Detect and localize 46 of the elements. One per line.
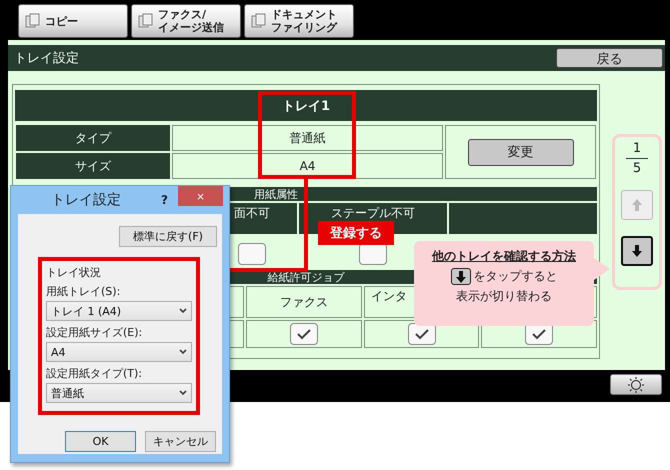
page-down-button[interactable] bbox=[621, 236, 653, 266]
back-button[interactable]: 戻る bbox=[556, 48, 663, 68]
tray-name: トレイ1 bbox=[15, 90, 597, 121]
mode-tab[interactable]: ファクス/ イメージ送信 bbox=[131, 4, 241, 38]
chevron-down-icon bbox=[179, 349, 187, 355]
chevron-down-icon bbox=[179, 390, 187, 396]
documents-icon bbox=[25, 13, 41, 29]
down-arrow-icon bbox=[454, 270, 466, 284]
screen-title: トレイ設定 bbox=[14, 50, 79, 67]
mode-tab[interactable]: ドキュメント ファイリング bbox=[244, 4, 354, 38]
row-value: 普通紙 bbox=[172, 125, 443, 151]
page-total: 5 bbox=[632, 161, 642, 176]
checkbox[interactable] bbox=[238, 243, 266, 265]
sun-icon bbox=[628, 376, 644, 392]
field-label: 設定用紙サイズ(E): bbox=[46, 325, 144, 340]
dropdown[interactable]: トレイ 1 (A4) bbox=[46, 301, 192, 321]
mode-tab[interactable]: コピー bbox=[18, 4, 128, 38]
change-button[interactable]: 変更 bbox=[468, 138, 574, 166]
dropdown[interactable]: 普通紙 bbox=[46, 383, 192, 403]
row-value: A4 bbox=[172, 153, 443, 179]
tip-text: をタップすると bbox=[474, 268, 558, 285]
register-callout: 登録する bbox=[318, 221, 394, 245]
down-arrow-icon bbox=[631, 244, 643, 258]
checkmark-icon bbox=[531, 328, 547, 340]
reset-button[interactable]: 標準に戻す(F) bbox=[119, 226, 217, 247]
chevron-down-icon bbox=[179, 308, 187, 314]
cancel-button[interactable]: キャンセル bbox=[145, 431, 216, 452]
brightness-button[interactable] bbox=[610, 374, 662, 395]
documents-icon bbox=[138, 13, 154, 29]
row-label: タイプ bbox=[16, 125, 170, 151]
checkmark-icon bbox=[414, 328, 430, 340]
tip-title: 他のトレイを確認する方法 bbox=[432, 248, 576, 265]
checkbox[interactable] bbox=[408, 323, 436, 345]
documents-icon bbox=[251, 13, 267, 29]
close-button[interactable]: × bbox=[178, 186, 223, 206]
checkbox[interactable] bbox=[359, 243, 387, 265]
ok-button[interactable]: OK bbox=[65, 431, 136, 452]
field-label: 設定用紙タイプ(T): bbox=[46, 366, 144, 381]
checkbox[interactable] bbox=[290, 323, 318, 345]
up-arrow-icon bbox=[631, 198, 643, 212]
dropdown[interactable]: A4 bbox=[46, 342, 192, 362]
field-label: 用紙トレイ(S): bbox=[46, 284, 122, 299]
page-current: 1 bbox=[632, 141, 642, 156]
column-header: ファクス bbox=[246, 286, 362, 318]
row-label: サイズ bbox=[16, 153, 170, 179]
checkmark-icon bbox=[296, 328, 312, 340]
